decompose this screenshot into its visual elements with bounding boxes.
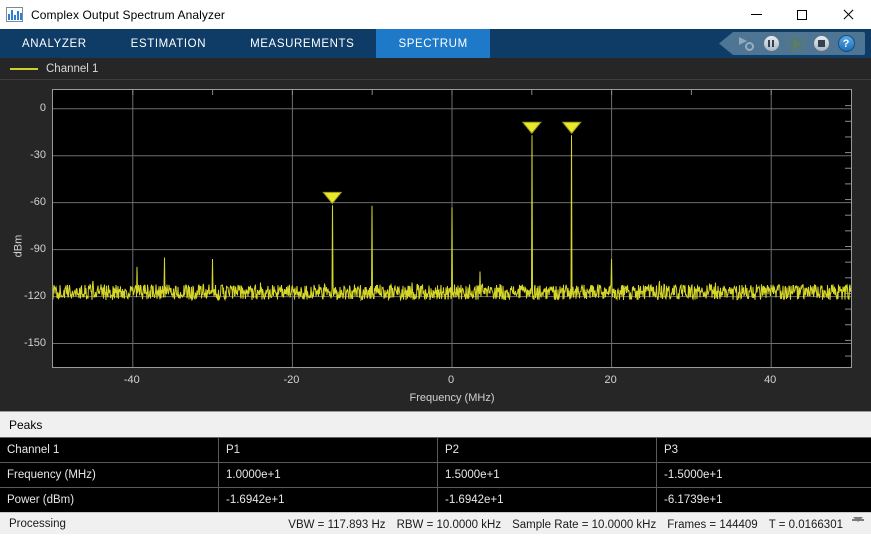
cell-frequency-p3: -1.5000e+1 (664, 469, 723, 481)
close-button[interactable] (825, 0, 871, 29)
maximize-button[interactable] (779, 0, 825, 29)
table-row: Power (dBm) -1.6942e+1 -1.6942e+1 -6.173… (0, 488, 871, 512)
x-tick-label: -40 (123, 374, 140, 386)
y-tick-label: -120 (23, 289, 46, 302)
help-icon[interactable]: ? (837, 35, 855, 53)
status-state: Processing (9, 517, 66, 530)
y-tick-label: -60 (30, 195, 46, 208)
cell-power-p3: -6.1739e+1 (664, 494, 723, 506)
tab-measurements[interactable]: MEASUREMENTS (228, 29, 376, 58)
plot-wrapper: dBm 0 -30 -60 -90 -120 -150 -40 -20 0 20 40 Frequ… (0, 80, 871, 412)
tab-estimation[interactable]: ESTIMATION (109, 29, 228, 58)
window-title: Complex Output Spectrum Analyzer (31, 7, 225, 22)
spectrum-trace (53, 90, 851, 367)
simulate-settings-icon[interactable] (737, 35, 755, 53)
x-axis-label: Frequency (MHz) (409, 392, 495, 404)
column-header-p3: P3 (664, 444, 679, 456)
status-metrics: VBW = 117.893 Hz RBW = 10.0000 kHz Sampl… (288, 513, 843, 536)
resize-grip-icon[interactable] (852, 517, 864, 534)
status-time: T = 0.0166301 (768, 518, 843, 531)
legend-label-channel-1: Channel 1 (46, 62, 99, 75)
cell-power-p2: -1.6942e+1 (438, 488, 657, 512)
row-label-power: Power (dBm) (0, 488, 219, 512)
cell-frequency-p1: 1.0000e+1 (219, 463, 438, 487)
close-icon (843, 9, 854, 20)
peaks-table: Channel 1 P1 P2 P3 Frequency (MHz) 1.000… (0, 437, 871, 512)
status-vbw: VBW = 117.893 Hz (288, 518, 386, 531)
x-tick-label: -20 (283, 374, 300, 386)
window-controls (733, 0, 871, 29)
tab-analyzer[interactable]: ANALYZER (0, 29, 109, 58)
cell-frequency-p2: 1.5000e+1 (438, 463, 657, 487)
status-bar: Processing VBW = 117.893 Hz RBW = 10.000… (0, 512, 871, 534)
peaks-panel-title: Peaks (0, 411, 871, 437)
quick-access-toolbar: ? (719, 32, 865, 55)
y-axis-ticks: 0 -30 -60 -90 -120 -150 (0, 80, 46, 412)
row-label-frequency: Frequency (MHz) (0, 463, 219, 487)
minimize-icon (750, 14, 762, 15)
y-tick-label: -150 (23, 336, 46, 349)
spectrum-bars-icon (6, 7, 23, 22)
table-header-row: Channel 1 P1 P2 P3 (0, 438, 871, 463)
pause-icon[interactable] (762, 35, 780, 53)
spectrum-analyzer-window: Complex Output Spectrum Analyzer ANALYZE… (0, 0, 871, 534)
status-sample-rate: Sample Rate = 10.0000 kHz (512, 518, 657, 531)
y-tick-label: -90 (30, 242, 46, 255)
status-rbw: RBW = 10.0000 kHz (396, 518, 502, 531)
maximize-icon (797, 9, 807, 20)
cell-power-p1: -1.6942e+1 (219, 488, 438, 512)
x-tick-label: 20 (604, 374, 617, 386)
tab-strip: ANALYZER ESTIMATION MEASUREMENTS SPECTRU… (0, 29, 871, 58)
chart-legend: Channel 1 (0, 58, 871, 80)
minimize-button[interactable] (733, 0, 779, 29)
y-tick-label: -30 (30, 148, 46, 161)
column-header-p1: P1 (219, 438, 438, 462)
title-bar: Complex Output Spectrum Analyzer (0, 0, 871, 29)
stop-icon[interactable] (812, 35, 830, 53)
tab-spectrum[interactable]: SPECTRUM (376, 29, 490, 58)
table-row: Frequency (MHz) 1.0000e+1 1.5000e+1 -1.5… (0, 463, 871, 488)
column-header-p2: P2 (438, 438, 657, 462)
status-frames: Frames = 144409 (667, 518, 758, 531)
plot-area[interactable] (52, 89, 852, 368)
x-tick-label: 0 (447, 374, 455, 386)
play-icon[interactable] (787, 35, 805, 53)
scope-display: Channel 1 dBm 0 -30 -60 -90 -120 -150 -40 -20 0… (0, 58, 871, 411)
y-tick-label: 0 (39, 101, 46, 114)
legend-line-icon (10, 67, 38, 70)
x-tick-label: 40 (764, 374, 777, 386)
column-header-channel: Channel 1 (0, 438, 219, 462)
